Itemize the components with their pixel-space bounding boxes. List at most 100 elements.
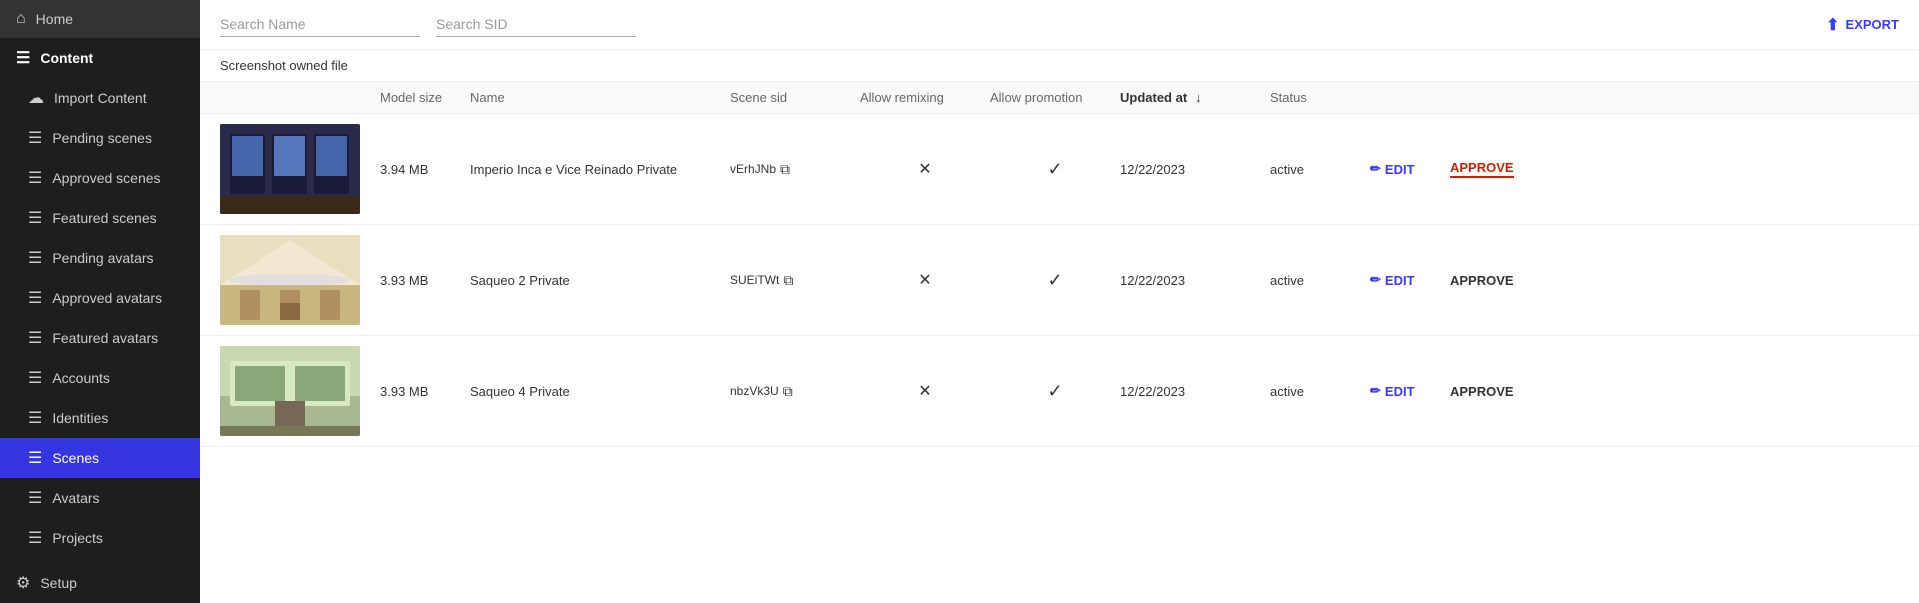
sidebar-item-featured-scenes[interactable]: ☰ Featured scenes [0,198,200,238]
sidebar-item-label: Featured scenes [52,210,156,226]
list-icon: ☰ [28,488,42,508]
edit-icon: ✏ [1370,272,1381,288]
sidebar-item-home[interactable]: ⌂ Home [0,0,200,38]
list-icon: ☰ [28,408,42,428]
model-size-3: 3.93 MB [380,384,470,399]
main-content: ⬆ EXPORT Screenshot owned file Model siz… [200,0,1919,603]
sidebar-item-label: Identities [52,410,108,426]
sidebar-item-label: Setup [40,575,77,591]
sidebar-item-label: Projects [52,530,103,546]
export-icon: ⬆ [1826,15,1839,35]
approve-action-1[interactable]: APPROVE [1450,160,1530,178]
scene-sid-1: vErhJNb ⧉ [730,161,860,178]
sidebar-item-content[interactable]: ☰ Content [0,38,200,78]
status-badge-3: active [1270,384,1370,399]
sidebar-item-label: Home [36,11,73,27]
status-badge-2: active [1270,273,1370,288]
external-link-icon[interactable]: ⧉ [780,161,790,178]
scene-name-1: Imperio Inca e Vice Reinado Private [470,162,730,177]
sidebar-item-projects[interactable]: ☰ Projects [0,518,200,558]
list-icon: ☰ [28,128,42,148]
edit-action-2[interactable]: ✏ EDIT [1370,272,1450,288]
sidebar-item-identities[interactable]: ☰ Identities [0,398,200,438]
approve-action-3[interactable]: APPROVE [1450,384,1530,399]
sidebar-item-label: Import Content [54,90,147,106]
list-icon: ☰ [28,448,42,468]
content-icon: ☰ [16,48,30,68]
cross-icon: ✕ [918,270,931,290]
approve-action-2[interactable]: APPROVE [1450,273,1530,288]
col-model-size: Model size [380,90,470,105]
sidebar-item-pending-avatars[interactable]: ☰ Pending avatars [0,238,200,278]
sidebar-item-import-content[interactable]: ☁ Import Content [0,78,200,118]
scene-thumbnail-1 [220,124,380,214]
gear-icon: ⚙ [16,573,30,593]
scene-thumbnail-3 [220,346,380,436]
approve-button-3[interactable]: APPROVE [1450,384,1514,399]
sidebar-item-approved-avatars[interactable]: ☰ Approved avatars [0,278,200,318]
edit-action-3[interactable]: ✏ EDIT [1370,383,1450,399]
table-body: 3.94 MB Imperio Inca e Vice Reinado Priv… [200,114,1919,603]
list-icon: ☰ [28,368,42,388]
sidebar-item-pending-scenes[interactable]: ☰ Pending scenes [0,118,200,158]
screenshot-label: Screenshot owned file [220,58,348,73]
updated-at-3: 12/22/2023 [1120,384,1270,399]
sidebar-item-approved-scenes[interactable]: ☰ Approved scenes [0,158,200,198]
updated-at-1: 12/22/2023 [1120,162,1270,177]
col-name: Name [470,90,730,105]
sidebar-item-label: Content [40,50,93,66]
col-allow-remixing: Allow remixing [860,90,990,105]
sidebar-item-featured-avatars[interactable]: ☰ Featured avatars [0,318,200,358]
table-header: Model size Name Scene sid Allow remixing… [200,82,1919,114]
export-button[interactable]: ⬆ EXPORT [1826,15,1899,35]
edit-button-3[interactable]: ✏ EDIT [1370,383,1415,399]
updated-at-2: 12/22/2023 [1120,273,1270,288]
sidebar-item-label: Scenes [52,450,99,466]
allow-promotion-1: ✓ [990,159,1120,180]
col-allow-promotion: Allow promotion [990,90,1120,105]
col-status: Status [1270,90,1370,105]
sidebar: ⌂ Home ☰ Content ☁ Import Content ☰ Pend… [0,0,200,603]
edit-action-1[interactable]: ✏ EDIT [1370,161,1450,177]
allow-promotion-3: ✓ [990,381,1120,402]
edit-button-2[interactable]: ✏ EDIT [1370,272,1415,288]
search-sid-input[interactable] [436,12,636,37]
external-link-icon[interactable]: ⧉ [783,383,793,400]
model-size-1: 3.94 MB [380,162,470,177]
sidebar-item-label: Accounts [52,370,110,386]
list-icon: ☰ [28,288,42,308]
scene-sid-2: SUEiTWt ⧉ [730,272,860,289]
scene-sid-3: nbzVk3U ⧉ [730,383,860,400]
sidebar-item-accounts[interactable]: ☰ Accounts [0,358,200,398]
list-icon: ☰ [28,328,42,348]
edit-button-1[interactable]: ✏ EDIT [1370,161,1415,177]
scene-name-2: Saqueo 2 Private [470,273,730,288]
edit-icon: ✏ [1370,383,1381,399]
sidebar-item-avatars[interactable]: ☰ Avatars [0,478,200,518]
allow-remixing-3: ✕ [860,381,990,401]
sidebar-item-label: Pending scenes [52,130,152,146]
check-icon: ✓ [1047,159,1062,180]
approve-button-2[interactable]: APPROVE [1450,273,1514,288]
cross-icon: ✕ [918,159,931,179]
model-size-2: 3.93 MB [380,273,470,288]
col-edit [1370,90,1450,105]
external-link-icon[interactable]: ⧉ [783,272,793,289]
status-badge-1: active [1270,162,1370,177]
sidebar-item-setup[interactable]: ⚙ Setup [0,563,200,603]
scene-thumbnail-2 [220,235,380,325]
subbar: Screenshot owned file [200,50,1919,82]
table-row: 3.93 MB Saqueo 4 Private nbzVk3U ⧉ ✕ ✓ 1… [200,336,1919,447]
sidebar-item-scenes[interactable]: ☰ Scenes [0,438,200,478]
list-icon: ☰ [28,528,42,548]
approve-button-1[interactable]: APPROVE [1450,160,1514,178]
allow-promotion-2: ✓ [990,270,1120,291]
check-icon: ✓ [1047,381,1062,402]
list-icon: ☰ [28,168,42,188]
topbar: ⬆ EXPORT [200,0,1919,50]
list-icon: ☰ [28,248,42,268]
scene-name-3: Saqueo 4 Private [470,384,730,399]
search-name-input[interactable] [220,12,420,37]
col-updated-at[interactable]: Updated at ↓ [1120,90,1270,105]
check-icon: ✓ [1047,270,1062,291]
